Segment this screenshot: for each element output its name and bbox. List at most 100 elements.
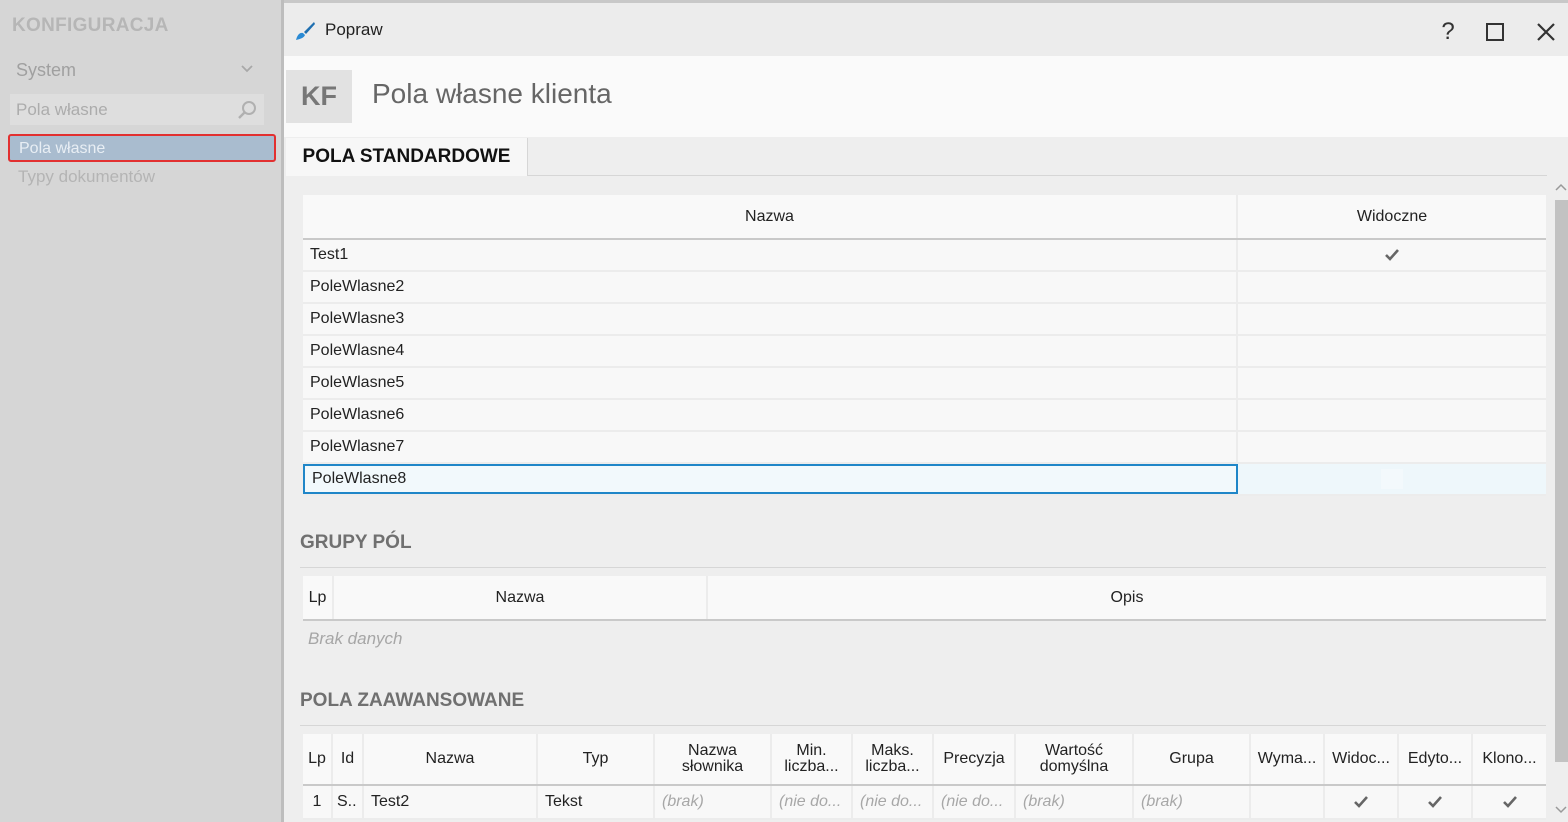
check-icon: [1502, 796, 1517, 808]
help-button[interactable]: ?: [1431, 15, 1465, 49]
column-header-klonowalne[interactable]: Klono...: [1473, 734, 1546, 784]
search-input[interactable]: Pola własne: [16, 100, 108, 120]
sidebar-title: KONFIGURACJA: [12, 15, 169, 36]
id-cell: S..: [333, 786, 364, 818]
field-name-cell[interactable]: Test1: [303, 240, 1238, 270]
visible-cell[interactable]: [1238, 336, 1546, 366]
brush-icon: [296, 22, 315, 40]
standard-fields-table: Nazwa Widoczne Test1 PoleWlasne2 PoleWla…: [303, 195, 1546, 496]
sidebar-item-label: Pola własne: [19, 140, 106, 157]
visible-cell[interactable]: [1238, 240, 1546, 270]
dialog-title: Popraw: [325, 20, 383, 39]
column-header-id[interactable]: Id: [333, 734, 364, 784]
column-header-nazwa[interactable]: Nazwa: [364, 734, 538, 784]
search-icon[interactable]: [236, 99, 258, 121]
page-title: Pola własne klienta: [372, 78, 612, 109]
field-name-cell[interactable]: PoleWlasne4: [303, 336, 1238, 366]
tab-divider: [528, 175, 1547, 176]
maximize-icon: [1486, 23, 1504, 41]
column-header-grupa[interactable]: Grupa: [1134, 734, 1251, 784]
sidebar-search[interactable]: Pola własne: [10, 94, 264, 125]
checkbox[interactable]: [1381, 469, 1403, 489]
column-header-typ[interactable]: Typ: [538, 734, 655, 784]
system-dropdown-label[interactable]: System: [16, 60, 76, 81]
sidebar-item-pola-wlasne[interactable]: Pola własne: [8, 134, 276, 162]
table-row[interactable]: PoleWlasne5: [303, 368, 1546, 400]
column-header-nazwa-slownika[interactable]: Nazwa słownika: [655, 734, 772, 784]
dialog-header: KF Pola własne klienta: [284, 56, 1568, 137]
column-header-widoczne[interactable]: Widoczne: [1238, 195, 1546, 238]
precision-cell[interactable]: (nie do...: [934, 786, 1016, 818]
chevron-down-icon[interactable]: [240, 62, 254, 76]
field-name-cell[interactable]: PoleWlasne8: [303, 464, 1238, 494]
table-row[interactable]: PoleWlasne7: [303, 432, 1546, 464]
sidebar: KONFIGURACJA System Pola własne Pola wła…: [0, 0, 281, 822]
check-icon: [1385, 249, 1399, 261]
table-header: Lp Nazwa Opis: [303, 576, 1546, 621]
dialog-titlebar: Popraw ?: [284, 0, 1568, 56]
tab-pola-standardowe[interactable]: POLA STANDARDOWE: [286, 138, 528, 176]
max-cell[interactable]: (nie do...: [853, 786, 934, 818]
type-cell[interactable]: Tekst: [538, 786, 655, 818]
default-cell[interactable]: (brak): [1016, 786, 1134, 818]
close-icon: [1537, 23, 1555, 41]
visible-cell[interactable]: [1238, 272, 1546, 302]
visible-cell[interactable]: [1238, 432, 1546, 462]
section-title-grupy-pol: GRUPY PÓL: [300, 532, 412, 553]
visible-cell[interactable]: [1238, 304, 1546, 334]
column-header-widoczne[interactable]: Widoc...: [1325, 734, 1399, 784]
section-divider: [300, 725, 1546, 726]
advanced-fields-table: Lp Id Nazwa Typ Nazwa słownika Min. licz…: [303, 734, 1546, 820]
column-header-wymagane[interactable]: Wyma...: [1251, 734, 1325, 784]
field-groups-table: Lp Nazwa Opis: [303, 576, 1546, 621]
check-icon: [1428, 796, 1442, 808]
field-name-cell[interactable]: PoleWlasne3: [303, 304, 1238, 334]
clonable-cell[interactable]: [1473, 786, 1546, 818]
table-row[interactable]: PoleWlasne2: [303, 272, 1546, 304]
table-row[interactable]: Test1: [303, 240, 1546, 272]
field-name-cell[interactable]: PoleWlasne2: [303, 272, 1238, 302]
field-name-cell[interactable]: PoleWlasne6: [303, 400, 1238, 430]
maximize-button[interactable]: [1478, 15, 1512, 49]
scroll-up-icon[interactable]: [1554, 181, 1568, 195]
table-header: Lp Id Nazwa Typ Nazwa słownika Min. licz…: [303, 734, 1546, 786]
column-header-wartosc-domyslna[interactable]: Wartość domyślna: [1016, 734, 1134, 784]
min-cell[interactable]: (nie do...: [772, 786, 853, 818]
dict-cell[interactable]: (brak): [655, 786, 772, 818]
edit-dialog: Popraw ? KF Pola własne klienta POLA STA…: [281, 0, 1568, 822]
editable-cell[interactable]: [1399, 786, 1473, 818]
scrollbar-thumb[interactable]: [1555, 200, 1568, 762]
empty-state-text: Brak danych: [308, 629, 403, 648]
required-cell[interactable]: [1251, 786, 1325, 818]
group-cell[interactable]: (brak): [1134, 786, 1251, 818]
visible-cell[interactable]: [1238, 400, 1546, 430]
column-header-lp[interactable]: Lp: [303, 576, 334, 619]
column-header-opis[interactable]: Opis: [708, 576, 1546, 619]
close-button[interactable]: [1529, 15, 1563, 49]
table-row[interactable]: PoleWlasne3: [303, 304, 1546, 336]
visible-cell[interactable]: [1325, 786, 1399, 818]
visible-cell[interactable]: [1238, 368, 1546, 398]
entity-badge: KF: [286, 70, 352, 123]
table-row-selected[interactable]: PoleWlasne8: [303, 464, 1546, 496]
section-title-pola-zaawansowane: POLA ZAAWANSOWANE: [300, 690, 525, 711]
visible-cell[interactable]: [1238, 464, 1546, 494]
name-cell[interactable]: Test2: [364, 786, 538, 818]
table-row[interactable]: 1 S.. Test2 Tekst (brak) (nie do... (nie…: [303, 786, 1546, 820]
scroll-down-icon[interactable]: [1554, 802, 1568, 816]
column-header-edytowalne[interactable]: Edyto...: [1399, 734, 1473, 784]
table-row[interactable]: PoleWlasne6: [303, 400, 1546, 432]
table-row[interactable]: PoleWlasne4: [303, 336, 1546, 368]
column-header-lp[interactable]: Lp: [303, 734, 333, 784]
section-divider: [300, 567, 1546, 568]
column-header-nazwa[interactable]: Nazwa: [334, 576, 708, 619]
sidebar-item-typy-dokumentow[interactable]: Typy dokumentów: [18, 167, 155, 187]
table-header: Nazwa Widoczne: [303, 195, 1546, 240]
field-name-cell[interactable]: PoleWlasne5: [303, 368, 1238, 398]
column-header-nazwa[interactable]: Nazwa: [303, 195, 1238, 238]
column-header-min-liczba[interactable]: Min. liczba...: [772, 734, 853, 784]
field-name-cell[interactable]: PoleWlasne7: [303, 432, 1238, 462]
check-icon: [1354, 796, 1368, 808]
column-header-precyzja[interactable]: Precyzja: [934, 734, 1016, 784]
column-header-maks-liczba[interactable]: Maks. liczba...: [853, 734, 934, 784]
